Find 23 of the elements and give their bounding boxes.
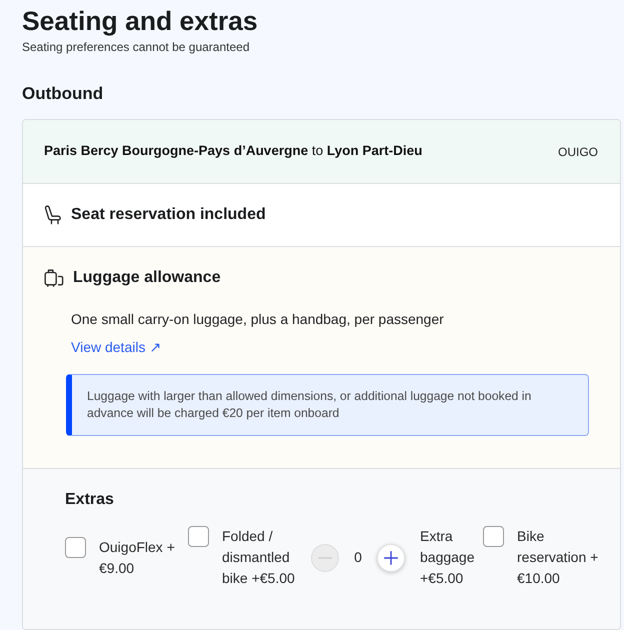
panel-title: Extras bbox=[65, 490, 114, 510]
option-label: Folded / dismantled bike +€5.00 bbox=[222, 527, 296, 588]
increase-button[interactable] bbox=[377, 544, 405, 572]
option-label: Extra baggage +€5.00 bbox=[420, 527, 476, 588]
checkbox[interactable] bbox=[65, 536, 86, 558]
option-label: OuigoFlex + €9.00 bbox=[99, 538, 176, 578]
section-heading: Outbound bbox=[22, 83, 104, 105]
page-subtitle: Seating preferences cannot be guaranteed bbox=[22, 40, 250, 54]
checkbox[interactable] bbox=[188, 526, 209, 547]
seat-icon bbox=[44, 205, 62, 225]
allowance-text: One small carry-on luggage, plus a handbag, per passenger bbox=[71, 310, 444, 329]
panel-title: Seat reservation included bbox=[71, 205, 266, 225]
operator-label: OUIGO bbox=[558, 144, 598, 160]
details-link[interactable]: View details ↗ bbox=[71, 339, 162, 355]
panel-title: Luggage allowance bbox=[73, 268, 221, 288]
checkbox[interactable] bbox=[483, 526, 504, 547]
notice-box: Luggage with larger than allowed dimensions, or additional luggage not booked in advance will be charged €20 per item onboard bbox=[66, 374, 589, 436]
count-value: 0 bbox=[353, 548, 363, 567]
luggage-icon bbox=[44, 269, 64, 287]
page-title: Seating and extras bbox=[22, 5, 258, 38]
route-text: Paris Bercy Bourgogne-Pays d’Auvergne to Lyon Part-Dieu bbox=[44, 142, 422, 160]
option-label: Bike reservation + €10.00 bbox=[517, 527, 599, 588]
plus-icon bbox=[384, 550, 398, 564]
